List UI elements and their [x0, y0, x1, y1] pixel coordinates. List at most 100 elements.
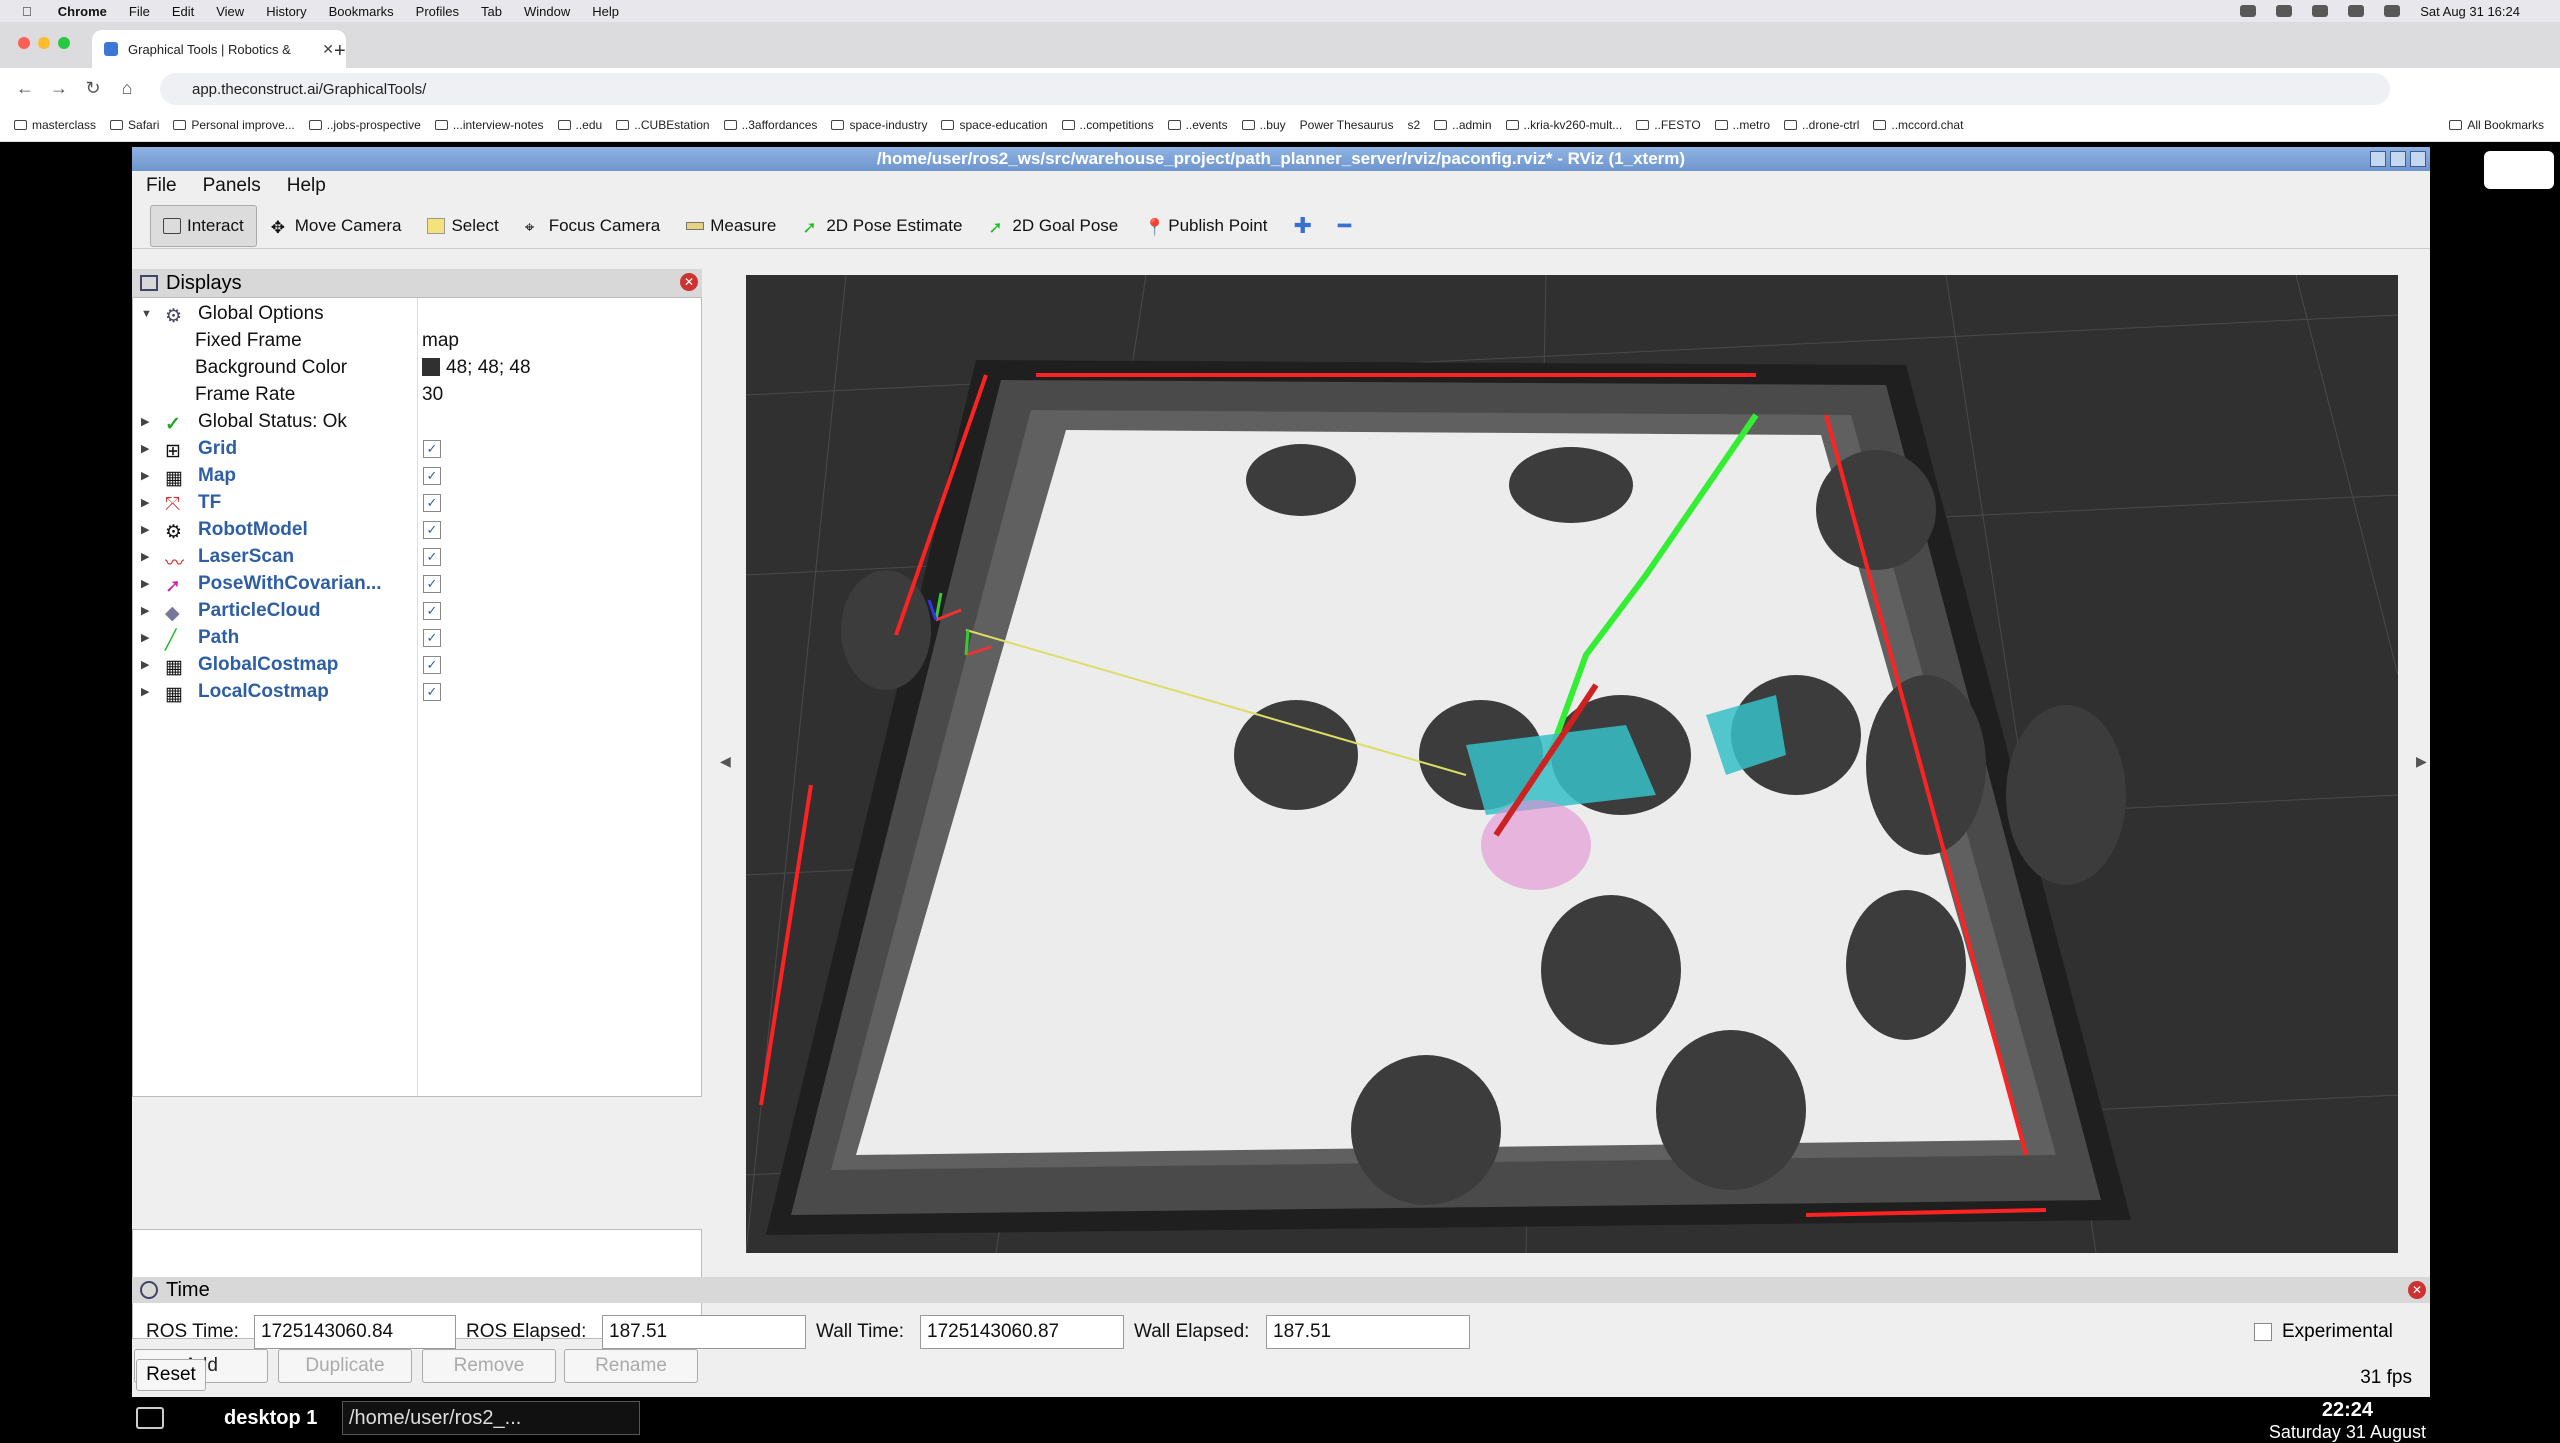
tree-row-global-status[interactable]: ▶ ✓ Global Status: Ok [133, 408, 703, 435]
expand-arrow-icon[interactable]: ▶ [141, 604, 149, 617]
collapse-right-icon[interactable]: ▶ [2416, 753, 2427, 770]
bookmark-item[interactable]: space-education [941, 118, 1048, 132]
display-laserscan[interactable]: ▶ 〰 LaserScan ✓ [133, 543, 703, 574]
menu-panels[interactable]: Panels [203, 175, 261, 197]
expand-arrow-icon[interactable]: ▶ [141, 496, 149, 509]
menubar-clock[interactable]: Sat Aug 31 16:24 [2420, 4, 2520, 19]
forward-icon[interactable]: → [42, 78, 76, 99]
menu-file[interactable]: File [146, 175, 177, 197]
wall-elapsed-field[interactable]: 187.51 [1266, 1315, 1470, 1349]
frame-rate-value[interactable]: 30 [422, 384, 443, 406]
taskbar-item-rviz[interactable]: /home/user/ros2_... [342, 1401, 640, 1435]
collapse-left-icon[interactable]: ◀ [720, 753, 731, 770]
property-background-color[interactable]: Background Color 48; 48; 48 [133, 354, 703, 381]
menu-file[interactable]: File [129, 4, 150, 19]
expand-arrow-icon[interactable]: ▶ [141, 685, 149, 698]
fixed-frame-value[interactable]: map [422, 330, 459, 352]
expand-arrow-icon[interactable]: ▶ [141, 577, 149, 590]
display-grid[interactable]: ▶ ⊞ Grid ✓ [133, 435, 703, 462]
bookmark-item[interactable]: ..events [1167, 118, 1228, 132]
render-viewport[interactable] [746, 275, 2398, 1253]
zoom-window-button[interactable] [58, 37, 70, 49]
maximize-icon[interactable] [2390, 151, 2406, 167]
interact-tool[interactable]: Interact [150, 204, 257, 247]
bookmark-item[interactable]: ..edu [557, 118, 602, 132]
display-localcostmap[interactable]: ▶ ▦ LocalCostmap ✓ [133, 678, 703, 705]
wifi-icon[interactable] [2348, 5, 2365, 17]
tab-close-icon[interactable]: ✕ [322, 41, 334, 58]
expand-arrow-icon[interactable]: ▶ [141, 658, 149, 671]
minimize-icon[interactable] [2370, 151, 2386, 167]
bookmark-item[interactable]: ...interview-notes [434, 118, 544, 132]
display-enabled-checkbox[interactable]: ✓ [423, 682, 441, 701]
bookmark-item[interactable]: Personal improve... [173, 118, 295, 132]
menu-profiles[interactable]: Profiles [416, 4, 459, 19]
ros-time-field[interactable]: 1725143060.84 [254, 1315, 456, 1349]
select-tool[interactable]: Select [415, 205, 510, 247]
reset-button[interactable]: Reset [136, 1359, 206, 1391]
close-panel-icon[interactable]: ✕ [680, 273, 698, 291]
expand-arrow-icon[interactable]: ▶ [141, 442, 149, 455]
status-icon[interactable] [2240, 5, 2257, 17]
bookmark-item[interactable]: Power Thesaurus [1300, 118, 1394, 132]
background-color-value[interactable]: 48; 48; 48 [422, 357, 531, 379]
search-icon[interactable] [2384, 5, 2401, 17]
menu-tab[interactable]: Tab [481, 4, 502, 19]
display-particlecloud[interactable]: ▶ ◆ ParticleCloud ✓ [133, 597, 703, 624]
bookmark-item[interactable]: space-industry [831, 118, 927, 132]
menu-help[interactable]: Help [287, 175, 326, 197]
bookmark-item[interactable]: s2 [1407, 118, 1420, 132]
bookmark-item[interactable]: ..CUBEstation [616, 118, 710, 132]
display-path[interactable]: ▶ ╱ Path ✓ [133, 624, 703, 651]
expand-button[interactable] [2484, 151, 2554, 189]
close-window-button[interactable] [18, 37, 30, 49]
reload-icon[interactable]: ↻ [76, 78, 110, 99]
close-icon[interactable] [2410, 151, 2426, 167]
bookmark-item[interactable]: ..jobs-prospective [308, 118, 421, 132]
desktop-label[interactable]: desktop 1 [224, 1407, 317, 1430]
display-enabled-checkbox[interactable]: ✓ [423, 655, 441, 674]
expand-arrow-icon[interactable]: ▶ [141, 550, 149, 563]
add-tool-button[interactable]: ✚ [1281, 205, 1323, 247]
all-bookmarks[interactable]: All Bookmarks [2449, 118, 2544, 132]
bookmark-item[interactable]: ..3affordances [723, 118, 817, 132]
display-robotmodel[interactable]: ▶ ⚙ RobotModel ✓ [133, 516, 703, 543]
property-fixed-frame[interactable]: Fixed Frame map [133, 327, 703, 354]
display-enabled-checkbox[interactable]: ✓ [423, 547, 441, 566]
bookmark-item[interactable]: ..drone-ctrl [1784, 118, 1859, 132]
ros-elapsed-field[interactable]: 187.51 [602, 1315, 806, 1349]
minimize-window-button[interactable] [38, 37, 50, 49]
menu-bookmarks[interactable]: Bookmarks [329, 4, 394, 19]
display-enabled-checkbox[interactable]: ✓ [423, 466, 441, 485]
goal-pose-tool[interactable]: ➚ 2D Goal Pose [976, 205, 1130, 247]
publish-point-tool[interactable]: 📍 Publish Point [1132, 205, 1279, 247]
tree-row-global-options[interactable]: ▼ ⚙ Global Options [133, 300, 703, 327]
expand-arrow-icon[interactable]: ▶ [141, 415, 149, 428]
display-posewithcovariance[interactable]: ▶ ➚ PoseWithCovarian... ✓ [133, 570, 703, 597]
address-bar[interactable]: app.theconstruct.ai/GraphicalTools/ [160, 73, 2390, 105]
experimental-checkbox[interactable] [2254, 1323, 2272, 1341]
bookmark-item[interactable]: masterclass [14, 118, 96, 132]
browser-tab[interactable]: Graphical Tools | Robotics & ✕ [92, 30, 346, 68]
menu-view[interactable]: View [216, 4, 244, 19]
bookmark-item[interactable]: ..mccord.chat [1873, 118, 1963, 132]
apple-icon[interactable]:  [22, 4, 32, 19]
display-globalcostmap[interactable]: ▶ ▦ GlobalCostmap ✓ [133, 651, 703, 678]
bookmark-item[interactable]: ..kria-kv260-mult... [1505, 118, 1622, 132]
display-enabled-checkbox[interactable]: ✓ [423, 601, 441, 620]
measure-tool[interactable]: Measure [674, 205, 788, 247]
battery-icon[interactable] [2312, 5, 2329, 17]
move-camera-tool[interactable]: ✥ Move Camera [259, 205, 414, 247]
menu-app-name[interactable]: Chrome [58, 4, 107, 19]
back-icon[interactable]: ← [8, 78, 42, 99]
close-panel-icon[interactable]: ✕ [2408, 1281, 2426, 1299]
status-icon[interactable] [2276, 5, 2293, 17]
wall-time-field[interactable]: 1725143060.87 [920, 1315, 1124, 1349]
bookmark-item[interactable]: ..FESTO [1636, 118, 1701, 132]
menu-help[interactable]: Help [592, 4, 619, 19]
property-frame-rate[interactable]: Frame Rate 30 [133, 381, 703, 408]
display-tf[interactable]: ▶ ⤧ TF ✓ [133, 489, 703, 516]
bookmark-item[interactable]: ..buy [1241, 118, 1286, 132]
menu-window[interactable]: Window [524, 4, 570, 19]
new-tab-button[interactable]: + [334, 40, 346, 63]
